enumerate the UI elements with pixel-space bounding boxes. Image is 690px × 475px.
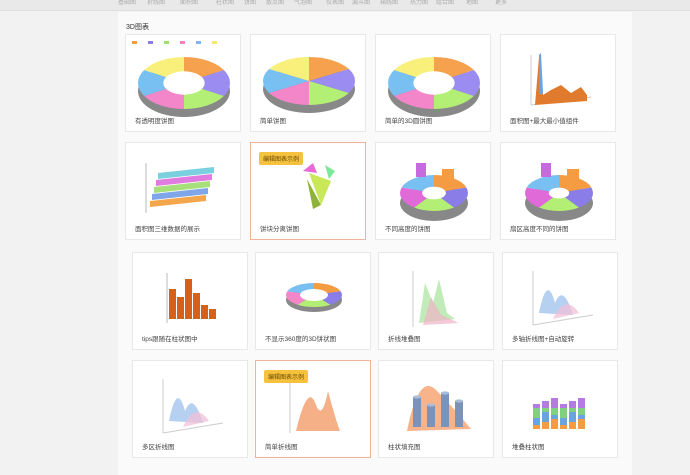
chart-card[interactable]: tips跟随在柱状图中 xyxy=(132,252,248,350)
chart-thumbnail xyxy=(400,163,468,221)
nav-item[interactable]: 漏斗图 xyxy=(352,0,370,6)
chart-card-title: 多区折线图 xyxy=(142,444,175,451)
chart-card[interactable]: 面积图三维数据的展示 xyxy=(125,142,241,240)
chart-card[interactable]: 堆叠柱状图 xyxy=(502,360,618,458)
chart-card-title: 简单的3D圆饼图 xyxy=(385,118,433,125)
nav-item[interactable]: 基础图 xyxy=(118,0,136,6)
chart-card[interactable]: 有透明度饼图 xyxy=(125,34,241,132)
nav-item[interactable]: 仪表图 xyxy=(326,0,344,6)
edit-example-button[interactable]: 编辑图表示例 xyxy=(259,152,304,165)
section-title: 3D图表 xyxy=(126,24,149,31)
chart-thumbnail xyxy=(388,57,480,117)
chart-card[interactable]: 多区折线图 xyxy=(132,360,248,458)
chart-card[interactable]: 简单的3D圆饼图 xyxy=(375,34,491,132)
chart-card-title: 扇区高度不同的饼图 xyxy=(510,226,569,233)
chart-thumbnail xyxy=(525,163,593,221)
nav-item[interactable]: 折线图 xyxy=(147,0,165,6)
nav-item[interactable]: 饼图 xyxy=(244,0,256,6)
nav-item[interactable]: 面积图 xyxy=(180,0,198,6)
chart-card[interactable]: 不显示360度的3D饼状图 xyxy=(255,252,371,350)
chart-thumbnail xyxy=(166,273,216,323)
nav-item[interactable]: 柱状图 xyxy=(216,0,234,6)
chart-card[interactable]: 多轴折线图+自动旋转 xyxy=(502,252,618,350)
chart-card-title: 不显示360度的3D饼状图 xyxy=(265,336,337,343)
chart-thumbnail xyxy=(132,41,230,117)
chart-thumbnail xyxy=(263,57,355,113)
chart-thumbnail xyxy=(533,398,585,429)
chart-card[interactable]: 简单饼图 xyxy=(250,34,366,132)
top-nav: 基础图 折线图 面积图 柱状图 饼图 散点图 气泡图 仪表图 漏斗图 箱线图 热力图 组合图 地图 更多 xyxy=(0,0,690,11)
chart-card-title: 简单折线图 xyxy=(265,444,298,451)
chart-card[interactable]: 柱状填充图 xyxy=(378,360,494,458)
chart-card[interactable]: 折线堆叠图 xyxy=(378,252,494,350)
edit-example-button[interactable]: 编辑图表示例 xyxy=(264,370,309,383)
chart-thumbnail xyxy=(286,283,342,312)
chart-card-title: 简单饼图 xyxy=(260,118,286,125)
nav-item[interactable]: 热力图 xyxy=(410,0,428,6)
chart-card[interactable]: 不同高度的饼图 xyxy=(375,142,491,240)
bar xyxy=(185,279,192,319)
bar xyxy=(209,309,216,319)
chart-card[interactable]: 编辑图表示例简单折线图 xyxy=(255,360,371,458)
nav-item[interactable]: 地图 xyxy=(466,0,478,6)
bar xyxy=(193,293,200,319)
chart-card[interactable]: 编辑图表示例饼块分离饼图 xyxy=(250,142,366,240)
chart-card-title: 多轴折线图+自动旋转 xyxy=(512,336,575,343)
chart-thumbnail xyxy=(162,379,224,434)
bar xyxy=(169,289,176,319)
chart-thumbnail xyxy=(145,163,214,213)
bar xyxy=(201,305,208,319)
chart-thumbnail xyxy=(530,53,592,106)
chart-card[interactable]: 扇区高度不同的饼图 xyxy=(500,142,616,240)
chart-card-title: 不同高度的饼图 xyxy=(385,226,431,233)
chart-card-title: 面积图三维数据的展示 xyxy=(135,226,200,233)
nav-item[interactable]: 更多 xyxy=(495,0,507,6)
chart-thumbnail xyxy=(412,271,459,327)
nav-item[interactable]: 气泡图 xyxy=(294,0,312,6)
chart-thumbnail xyxy=(407,386,471,431)
chart-card-title: tips跟随在柱状图中 xyxy=(142,336,198,343)
chart-card[interactable]: 面积图+最大最小值组件 xyxy=(500,34,616,132)
nav-item[interactable]: 组合图 xyxy=(436,0,454,6)
chart-card-title: 堆叠柱状图 xyxy=(512,444,545,451)
nav-item[interactable]: 散点图 xyxy=(266,0,284,6)
bar xyxy=(177,297,184,319)
chart-card-title: 折线堆叠图 xyxy=(388,336,421,343)
chart-thumbnail xyxy=(532,271,594,326)
nav-item[interactable]: 箱线图 xyxy=(380,0,398,6)
chart-card-title: 有透明度饼图 xyxy=(135,118,174,125)
chart-card-title: 饼块分离饼图 xyxy=(260,226,299,233)
chart-card-title: 柱状填充图 xyxy=(388,444,421,451)
chart-card-title: 面积图+最大最小值组件 xyxy=(510,118,579,125)
